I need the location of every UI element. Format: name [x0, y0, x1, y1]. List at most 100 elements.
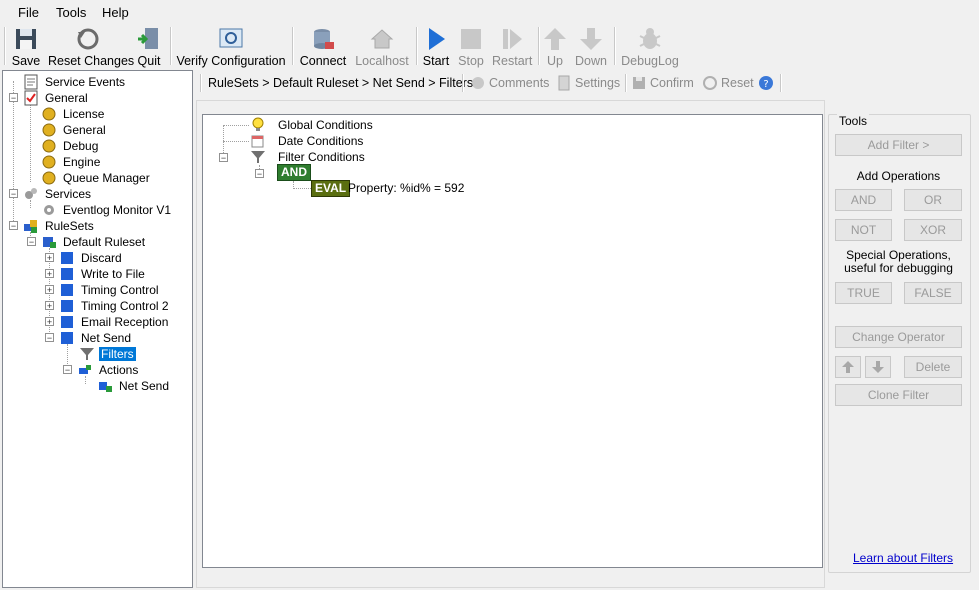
up-button[interactable]: Up — [542, 26, 568, 68]
connect-button[interactable]: Connect — [298, 26, 348, 68]
change-operator-button[interactable]: Change Operator — [835, 326, 962, 348]
arrow-up-icon — [544, 28, 566, 50]
rule-cube-icon — [61, 316, 73, 328]
expander-email-reception[interactable]: + — [45, 317, 54, 327]
reset-changes-icon — [77, 28, 99, 50]
configuration-tree: Service Events − General License General… — [2, 70, 193, 588]
bug-icon — [639, 28, 661, 49]
database-connect-icon — [314, 29, 334, 49]
expander-general[interactable]: − — [9, 93, 18, 103]
expander-timing-control[interactable]: + — [45, 285, 54, 295]
reset-button[interactable]: Reset — [721, 76, 754, 90]
restart-button[interactable]: Restart — [492, 26, 532, 68]
queue-manager-badge-icon — [42, 171, 56, 185]
stop-button[interactable]: Stop — [456, 26, 486, 68]
calendar-icon — [251, 135, 264, 148]
expander-default-ruleset[interactable]: − — [27, 237, 36, 247]
start-button[interactable]: Start — [421, 26, 451, 68]
clone-filter-button[interactable]: Clone Filter — [835, 384, 962, 406]
menu-bar: File Tools Help — [0, 0, 979, 24]
general-badge-icon — [42, 123, 56, 137]
rule-cube-icon — [61, 284, 73, 296]
tools-title: Tools — [837, 114, 870, 128]
menu-file[interactable]: File — [18, 5, 39, 20]
or-button[interactable]: OR — [904, 189, 962, 211]
false-button[interactable]: FALSE — [904, 282, 962, 304]
save-button[interactable]: Save — [10, 26, 42, 68]
eval-property-condition[interactable]: Property: %id% = 592 — [348, 181, 464, 195]
expander-timing-control-2[interactable]: + — [45, 301, 54, 311]
reset-icon — [703, 76, 717, 90]
house-icon — [370, 29, 394, 49]
rule-cube-icon — [61, 332, 73, 344]
expander-rulesets[interactable]: − — [9, 221, 18, 231]
confirm-button[interactable]: Confirm — [650, 76, 694, 90]
learn-about-filters-link[interactable]: Learn about Filters — [853, 551, 953, 565]
and-button[interactable]: AND — [835, 189, 892, 211]
help-icon[interactable]: ? — [758, 75, 774, 91]
breadcrumb: RuleSets > Default Ruleset > Net Send > … — [208, 76, 474, 90]
filter-funnel-icon — [80, 348, 94, 360]
global-conditions-node[interactable]: Global Conditions — [278, 118, 373, 132]
breadcrumb-bar: RuleSets > Default Ruleset > Net Send > … — [196, 70, 979, 96]
svg-text:?: ? — [763, 79, 768, 90]
lightbulb-icon — [252, 117, 264, 131]
service-events-icon — [24, 74, 38, 90]
rule-cube-icon — [61, 268, 73, 280]
gears-icon — [25, 188, 37, 199]
expander-actions[interactable]: − — [63, 365, 72, 375]
expander-filter-conditions[interactable]: − — [219, 153, 228, 163]
filter-conditions-node[interactable]: Filter Conditions — [278, 150, 365, 164]
delete-button[interactable]: Delete — [904, 356, 962, 378]
localhost-button[interactable]: Localhost — [354, 26, 410, 68]
arrow-down-icon — [580, 28, 602, 50]
special-operations-label-line2: useful for debugging — [844, 261, 953, 275]
xor-button[interactable]: XOR — [904, 219, 962, 241]
expander-write-to-file[interactable]: + — [45, 269, 54, 279]
menu-help[interactable]: Help — [102, 5, 129, 20]
debug-badge-icon — [42, 139, 56, 153]
add-filter-button[interactable]: Add Filter > — [835, 134, 962, 156]
filter-funnel-icon — [251, 151, 265, 163]
net-send-action-icon — [99, 382, 112, 392]
actions-icon — [79, 365, 91, 374]
and-operator-node[interactable]: AND — [277, 164, 311, 181]
eval-badge[interactable]: EVAL — [311, 180, 351, 197]
comments-button[interactable]: Comments — [489, 76, 549, 90]
checklist-icon — [24, 90, 38, 106]
arrow-up-icon — [842, 361, 854, 373]
expander-discard[interactable]: + — [45, 253, 54, 263]
settings-icon — [558, 75, 570, 91]
exit-door-icon — [138, 28, 158, 49]
move-up-button[interactable] — [835, 356, 861, 378]
down-button[interactable]: Down — [574, 26, 608, 68]
confirm-save-icon — [633, 77, 645, 89]
verify-configuration-button[interactable]: Verify Configuration — [176, 26, 286, 68]
rule-cube-icon — [61, 300, 73, 312]
restart-icon — [503, 29, 522, 49]
expander-and-operator[interactable]: − — [255, 169, 264, 179]
verify-magnifier-icon — [219, 28, 243, 48]
add-operations-label: Add Operations — [856, 169, 941, 183]
rule-cube-icon — [61, 252, 73, 264]
play-icon — [429, 28, 445, 50]
settings-button[interactable]: Settings — [575, 76, 620, 90]
rulesets-icon — [24, 220, 37, 233]
reset-changes-button[interactable]: Reset Changes — [48, 26, 134, 68]
debuglog-button[interactable]: DebugLog — [621, 26, 679, 68]
filter-conditions-tree: Global Conditions Date Conditions − Filt… — [202, 114, 823, 568]
expander-services[interactable]: − — [9, 189, 18, 199]
date-conditions-node[interactable]: Date Conditions — [278, 134, 363, 148]
floppy-disk-icon — [16, 29, 36, 49]
ruleset-icon — [43, 237, 56, 248]
quit-button[interactable]: Quit — [134, 26, 164, 68]
move-down-button[interactable] — [865, 356, 891, 378]
stop-icon — [461, 29, 481, 49]
toolbar: Save Reset Changes Quit Verify Configura… — [0, 24, 979, 70]
true-button[interactable]: TRUE — [835, 282, 892, 304]
not-button[interactable]: NOT — [835, 219, 892, 241]
expander-net-send[interactable]: − — [45, 333, 54, 343]
gear-icon — [44, 205, 54, 215]
menu-tools[interactable]: Tools — [56, 5, 86, 20]
license-badge-icon — [42, 107, 56, 121]
